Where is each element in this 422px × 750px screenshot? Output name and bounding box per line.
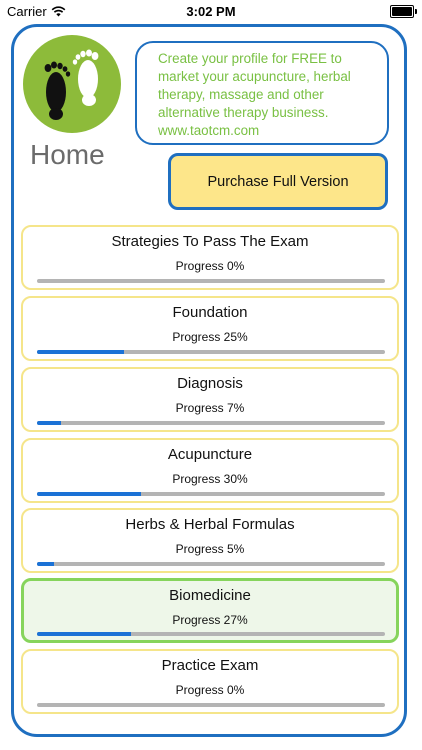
progress-bar [37, 421, 385, 425]
module-title: Diagnosis [177, 375, 243, 392]
battery-icon [390, 5, 417, 18]
progress-fill [37, 421, 62, 425]
progress-fill [37, 562, 55, 566]
module-title: Foundation [172, 304, 248, 321]
module-title: Strategies To Pass The Exam [111, 233, 309, 250]
module-progress-label: Progress 7% [175, 401, 245, 415]
progress-fill [37, 632, 131, 636]
module-progress-label: Progress 30% [172, 472, 248, 486]
module-card-diagnosis[interactable]: Diagnosis Progress 7% [21, 367, 399, 432]
module-progress-label: Progress 0% [175, 683, 245, 697]
module-card-foundation[interactable]: Foundation Progress 25% [21, 296, 399, 361]
left-foot-icon [44, 61, 71, 120]
module-progress-label: Progress 0% [175, 259, 245, 273]
page-title: Home [30, 139, 105, 170]
progress-fill [37, 350, 124, 354]
module-card-strategies[interactable]: Strategies To Pass The Exam Progress 0% [21, 225, 399, 290]
progress-bar [37, 279, 385, 283]
module-card-herbs[interactable]: Herbs & Herbal Formulas Progress 5% [21, 508, 399, 573]
module-card-biomedicine[interactable]: Biomedicine Progress 27% [21, 578, 399, 643]
progress-bar [37, 632, 385, 636]
status-bar: Carrier 3:02 PM [0, 0, 422, 22]
right-foot-icon [72, 49, 99, 106]
module-title: Acupuncture [167, 446, 253, 463]
progress-bar [37, 562, 385, 566]
promo-banner[interactable]: Create your profile for FREE to market y… [135, 41, 389, 145]
progress-bar [37, 492, 385, 496]
module-title: Herbs & Herbal Formulas [125, 516, 295, 533]
module-progress-label: Progress 25% [172, 330, 248, 344]
footprints-logo-icon [23, 35, 121, 133]
module-progress-label: Progress 27% [172, 613, 248, 627]
module-progress-label: Progress 5% [175, 542, 245, 556]
progress-fill [37, 492, 142, 496]
module-card-acupuncture[interactable]: Acupuncture Progress 30% [21, 438, 399, 503]
purchase-full-version-button[interactable]: Purchase Full Version [168, 153, 388, 210]
module-title: Practice Exam [161, 657, 259, 674]
status-time: 3:02 PM [186, 4, 236, 19]
module-title: Biomedicine [169, 587, 251, 604]
module-card-practice-exam[interactable]: Practice Exam Progress 0% [21, 649, 399, 714]
purchase-button-label: Purchase Full Version [207, 173, 349, 190]
progress-bar [37, 350, 385, 354]
progress-bar [37, 703, 385, 707]
